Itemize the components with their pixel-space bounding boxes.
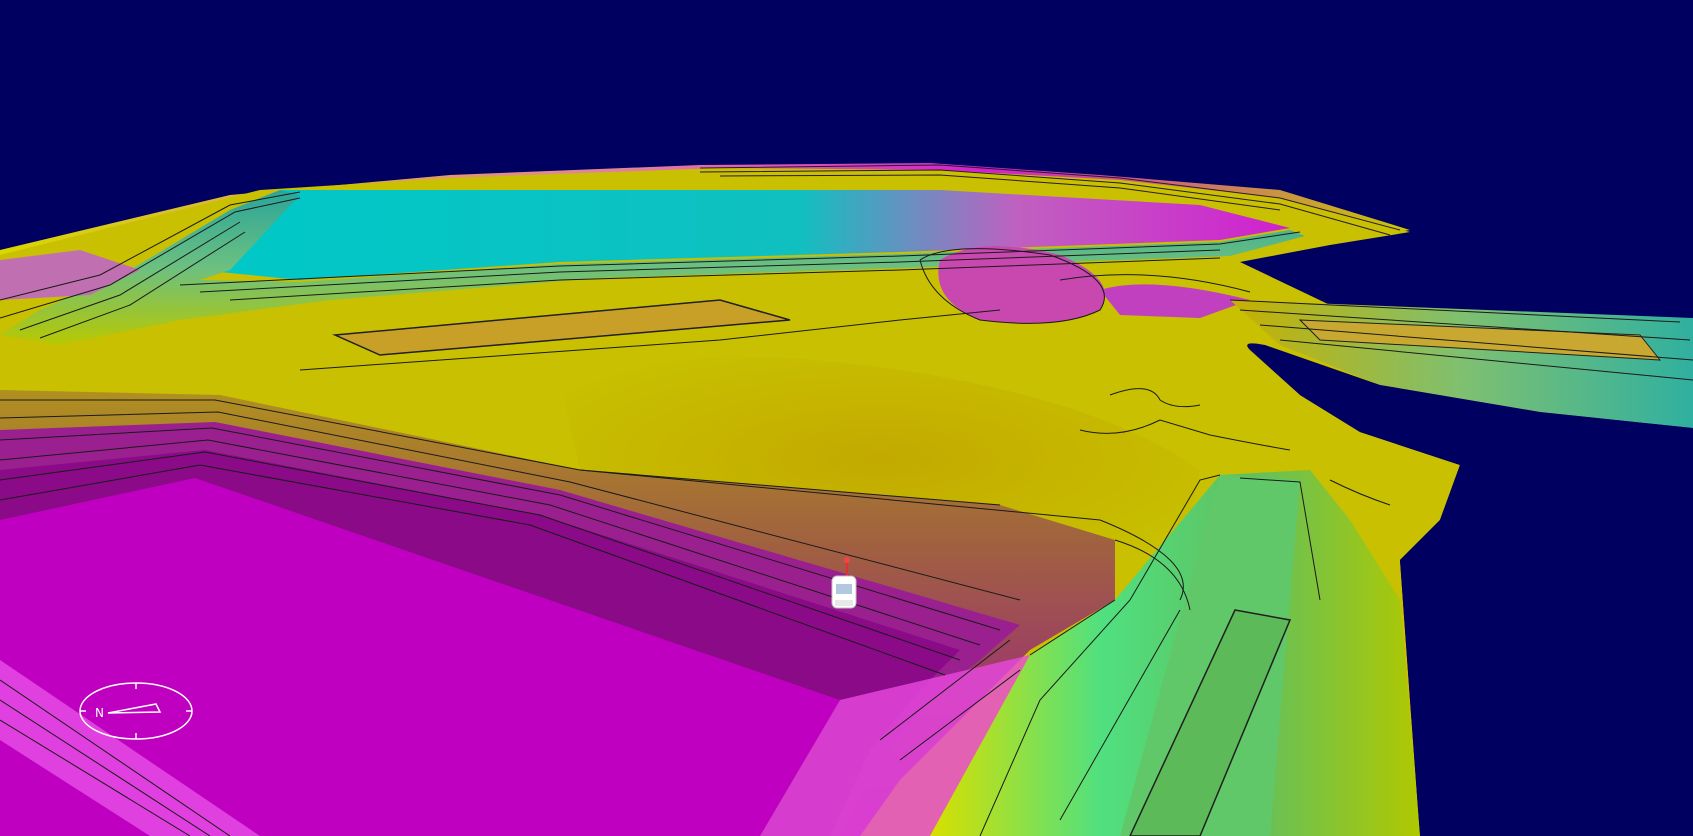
- terrain-scene[interactable]: [0, 0, 1693, 836]
- terrain-viewport[interactable]: N: [0, 0, 1693, 836]
- compass-icon[interactable]: N: [78, 680, 194, 742]
- compass-north-label: N: [95, 706, 104, 720]
- vehicle-icon[interactable]: [826, 556, 862, 612]
